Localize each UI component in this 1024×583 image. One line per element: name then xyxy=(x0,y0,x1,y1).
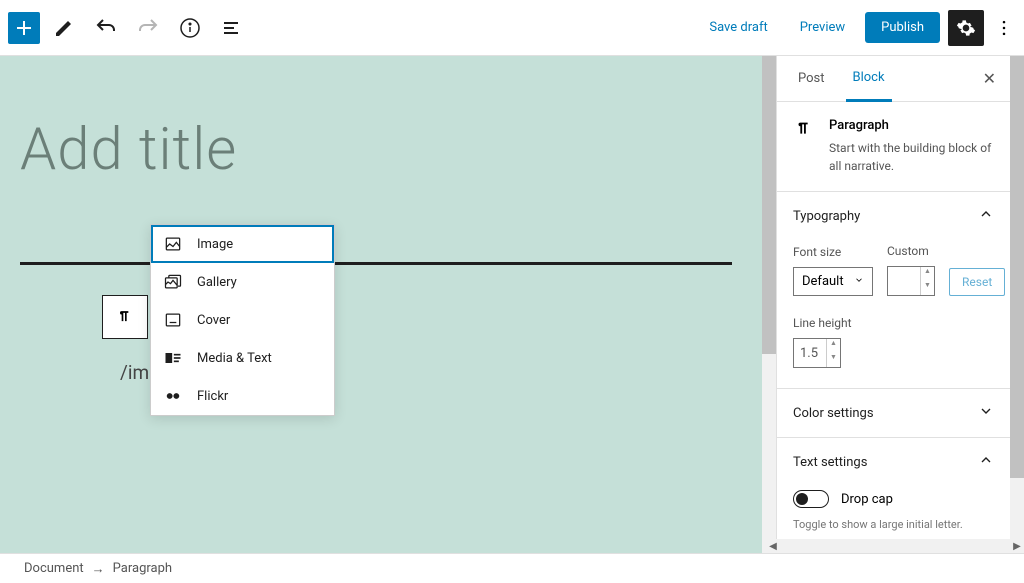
paragraph-icon xyxy=(793,118,815,175)
save-draft-button[interactable]: Save draft xyxy=(697,14,779,41)
breadcrumb-item[interactable]: Paragraph xyxy=(113,561,172,576)
line-height-label: Line height xyxy=(793,316,994,330)
publish-button[interactable]: Publish xyxy=(865,12,940,43)
font-size-label: Font size xyxy=(793,245,873,259)
autocomplete-item-media-text[interactable]: Media & Text xyxy=(151,339,334,377)
cover-icon xyxy=(163,310,183,330)
tab-block[interactable]: Block xyxy=(846,56,892,102)
block-description: Paragraph Start with the building block … xyxy=(777,102,1010,192)
typography-panel: Typography Font size Default C xyxy=(777,192,1010,389)
image-icon xyxy=(163,234,183,254)
text-settings-panel: Text settings Drop cap Toggle to show a … xyxy=(777,438,1010,548)
close-sidebar-button[interactable]: ✕ xyxy=(983,69,996,88)
autocomplete-item-image[interactable]: Image xyxy=(151,225,334,263)
drop-cap-label: Drop cap xyxy=(841,492,893,507)
undo-button[interactable] xyxy=(88,10,124,46)
autocomplete-item-label: Cover xyxy=(197,313,230,328)
autocomplete-item-label: Media & Text xyxy=(197,351,272,366)
tab-post[interactable]: Post xyxy=(791,57,832,100)
preview-button[interactable]: Preview xyxy=(788,14,857,41)
settings-sidebar: Post Block ✕ Paragraph Start with the bu… xyxy=(776,56,1024,553)
editor-canvas-wrap: Add title /image xyxy=(0,56,776,553)
more-options-button[interactable] xyxy=(992,10,1016,46)
info-button[interactable] xyxy=(172,10,208,46)
sidebar-tabs: Post Block ✕ xyxy=(777,56,1010,102)
color-settings-panel-toggle[interactable]: Color settings xyxy=(777,389,1010,437)
outline-button[interactable] xyxy=(214,10,250,46)
sidebar-h-scrollbar[interactable]: ◀ ▶ xyxy=(766,539,1024,553)
editor-canvas[interactable]: Add title /image xyxy=(0,56,762,553)
custom-size-label: Custom xyxy=(887,244,935,258)
chevron-down-icon xyxy=(978,403,994,423)
block-name: Paragraph xyxy=(829,118,994,133)
custom-size-input[interactable]: ▲▼ xyxy=(887,266,935,296)
main-area: Add title /image xyxy=(0,56,1024,553)
drop-cap-toggle[interactable] xyxy=(793,490,829,508)
breadcrumb-item[interactable]: Document xyxy=(24,561,84,576)
autocomplete-item-gallery[interactable]: Gallery xyxy=(151,263,334,301)
color-settings-panel: Color settings xyxy=(777,389,1010,438)
media-text-icon xyxy=(163,348,183,368)
breadcrumb: Document → Paragraph xyxy=(0,553,1024,583)
add-block-button[interactable] xyxy=(8,12,40,44)
block-autocomplete-popup: Image Gallery Cover Media & Text Flickr xyxy=(150,224,335,416)
block-description-text: Start with the building block of all nar… xyxy=(829,139,994,175)
chevron-up-icon xyxy=(978,452,994,472)
chevron-up-icon xyxy=(978,206,994,226)
flickr-icon xyxy=(163,386,183,406)
chevron-down-icon xyxy=(854,274,864,289)
text-settings-panel-toggle[interactable]: Text settings xyxy=(777,438,1010,486)
autocomplete-item-flickr[interactable]: Flickr xyxy=(151,377,334,415)
gallery-icon xyxy=(163,272,183,292)
reset-font-size-button[interactable]: Reset xyxy=(949,268,1005,296)
breadcrumb-separator: → xyxy=(92,561,105,577)
autocomplete-item-label: Image xyxy=(197,237,233,252)
autocomplete-item-label: Gallery xyxy=(197,275,237,290)
title-separator xyxy=(20,262,732,265)
line-height-input[interactable]: 1.5 ▲▼ xyxy=(793,338,841,368)
edit-mode-button[interactable] xyxy=(46,10,82,46)
redo-button[interactable] xyxy=(130,10,166,46)
post-title-input[interactable]: Add title xyxy=(20,116,732,184)
font-size-select[interactable]: Default xyxy=(793,267,873,296)
settings-button[interactable] xyxy=(948,10,984,46)
top-toolbar: Save draft Preview Publish xyxy=(0,0,1024,56)
typography-panel-toggle[interactable]: Typography xyxy=(777,192,1010,240)
autocomplete-item-label: Flickr xyxy=(197,389,228,404)
canvas-scrollbar[interactable] xyxy=(762,56,776,553)
sidebar-scrollbar[interactable] xyxy=(1010,56,1024,553)
block-type-button[interactable] xyxy=(103,296,147,338)
autocomplete-item-cover[interactable]: Cover xyxy=(151,301,334,339)
